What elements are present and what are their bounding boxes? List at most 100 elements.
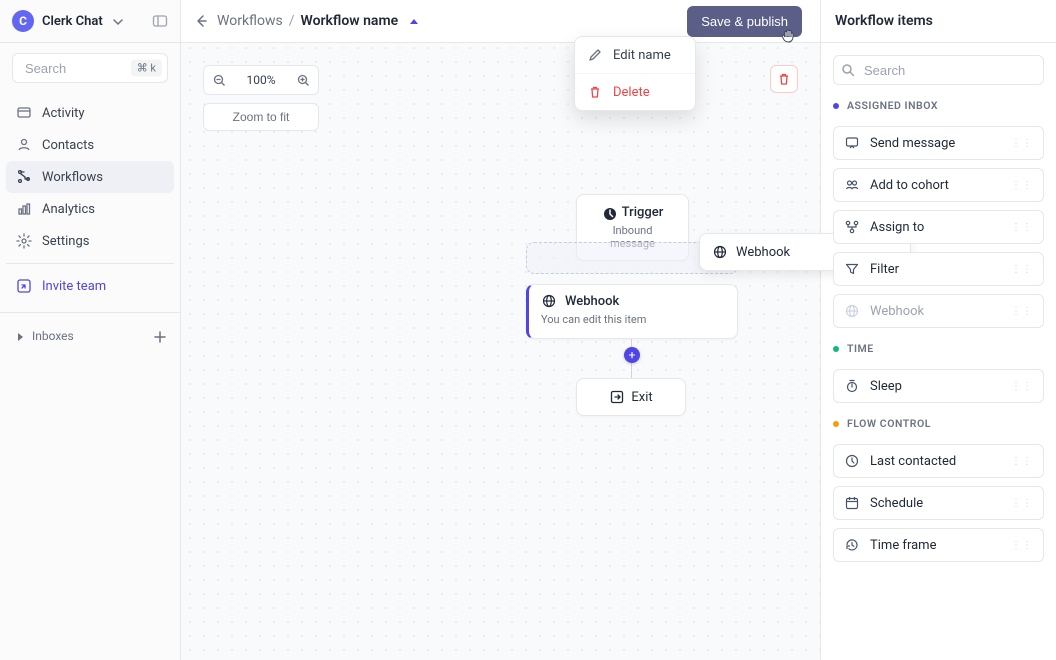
- node-subtitle: You can edit this item: [541, 313, 725, 326]
- settings-icon: [16, 233, 32, 249]
- brand-logo-icon: C: [12, 10, 34, 32]
- workflow-canvas[interactable]: 100% Zoom to fit Trigger Inbound message: [181, 43, 820, 660]
- menu-label: Edit name: [613, 48, 671, 63]
- nav-label: Contacts: [42, 138, 94, 153]
- add-inbox-button[interactable]: [152, 329, 166, 343]
- workflow-item[interactable]: Add to cohort⋮⋮: [833, 168, 1044, 202]
- breadcrumb-sep: /: [289, 13, 295, 29]
- workflow-name-menu: Edit name Delete: [574, 36, 696, 111]
- drag-handle-icon[interactable]: ⋮⋮: [1011, 138, 1033, 149]
- delete-menu-item[interactable]: Delete: [575, 73, 695, 110]
- chevron-down-icon: [111, 15, 123, 27]
- globe-icon: [712, 244, 728, 260]
- drag-handle-icon[interactable]: ⋮⋮: [1011, 180, 1033, 191]
- node-title: Exit: [631, 390, 652, 405]
- node-webhook[interactable]: Webhook You can edit this item: [526, 284, 738, 339]
- workflow-item[interactable]: Last contacted⋮⋮: [833, 444, 1044, 478]
- breadcrumb-current[interactable]: Workflow name: [301, 13, 399, 29]
- drag-handle-icon[interactable]: ⋮⋮: [1011, 540, 1033, 551]
- back-arrow-icon: [193, 13, 209, 29]
- drag-handle-icon[interactable]: ⋮⋮: [1011, 498, 1033, 509]
- panel-title: Workflow items: [821, 0, 1056, 43]
- menu-label: Delete: [613, 85, 650, 100]
- search-shortcut-badge: ⌘ k: [131, 60, 162, 77]
- sidebar-search[interactable]: ⌘ k: [12, 53, 168, 83]
- item-label: Schedule: [870, 496, 923, 511]
- globe-icon: [541, 293, 557, 309]
- caret-up-icon[interactable]: [408, 16, 418, 26]
- nav-analytics[interactable]: Analytics: [6, 193, 174, 225]
- workspace-switcher[interactable]: C Clerk Chat: [12, 10, 152, 32]
- zoom-controls: 100%: [203, 65, 319, 95]
- search-icon: [841, 63, 855, 77]
- group-label: ASSIGNED INBOX: [847, 99, 938, 112]
- delete-workflow-button[interactable]: [770, 65, 798, 93]
- calendar-icon: [844, 495, 860, 511]
- primary-nav: Activity Contacts Workflows Analytics Se…: [0, 93, 180, 306]
- nav-activity[interactable]: Activity: [6, 97, 174, 129]
- panel-search-input[interactable]: [833, 55, 1044, 85]
- group-title: ASSIGNED INBOX: [833, 99, 1044, 112]
- group-label: TIME: [847, 342, 874, 355]
- pencil-icon: [587, 47, 603, 63]
- drag-handle-icon[interactable]: ⋮⋮: [1011, 264, 1033, 275]
- invite-label: Invite team: [42, 279, 106, 294]
- nav-label: Activity: [42, 106, 85, 121]
- node-title: Webhook: [736, 245, 790, 260]
- edge: [631, 363, 632, 378]
- globe-icon: [844, 303, 860, 319]
- back-button[interactable]: [193, 13, 209, 29]
- workflow-items-panel: Workflow items ASSIGNED INBOX Send messag…: [820, 0, 1056, 660]
- workflow-item[interactable]: Send message⋮⋮: [833, 126, 1044, 160]
- clock-icon: [844, 453, 860, 469]
- item-label: Assign to: [870, 220, 924, 235]
- zoom-to-fit-button[interactable]: Zoom to fit: [203, 103, 319, 131]
- nav-contacts[interactable]: Contacts: [6, 129, 174, 161]
- group-dot-icon: [833, 103, 839, 109]
- collapse-sidebar-button[interactable]: [152, 14, 168, 28]
- save-label: Save & publish: [701, 14, 788, 29]
- workflow-item[interactable]: Schedule ⋮⋮: [833, 486, 1044, 520]
- zoom-in-button[interactable]: [296, 73, 310, 87]
- breadcrumb-root[interactable]: Workflows: [217, 13, 283, 29]
- sidebar: C Clerk Chat ⌘ k Activity Contacts: [0, 0, 181, 660]
- nav-settings[interactable]: Settings: [6, 225, 174, 257]
- branch-icon: [844, 219, 860, 235]
- invite-team-button[interactable]: Invite team: [6, 270, 174, 302]
- zoom-out-button[interactable]: [212, 73, 226, 87]
- send-icon: [844, 135, 860, 151]
- workflow-item[interactable]: Sleep⋮⋮: [833, 369, 1044, 403]
- add-node-button[interactable]: +: [624, 347, 640, 363]
- nav-label: Workflows: [42, 170, 103, 185]
- edit-name-menu-item[interactable]: Edit name: [575, 37, 695, 73]
- save-publish-button[interactable]: Save & publish: [687, 6, 802, 37]
- nav-workflows[interactable]: Workflows: [6, 161, 174, 193]
- cursor-icon: [780, 27, 796, 45]
- contacts-icon: [16, 137, 32, 153]
- workflow-item[interactable]: Filter ⋮⋮: [833, 252, 1044, 286]
- item-label: Webhook: [870, 304, 924, 319]
- group-dot-icon: [833, 346, 839, 352]
- item-label: Filter: [870, 262, 899, 277]
- timer-icon: [844, 378, 860, 394]
- workflow-item: Webhook ⋮⋮: [833, 294, 1044, 328]
- group-dot-icon: [833, 421, 839, 427]
- node-exit[interactable]: Exit: [576, 378, 686, 416]
- trash-icon: [587, 84, 603, 100]
- workflow-item[interactable]: Assign to ⋮⋮: [833, 210, 1044, 244]
- drag-handle-icon[interactable]: ⋮⋮: [1011, 381, 1033, 392]
- drag-handle-icon[interactable]: ⋮⋮: [1011, 456, 1033, 467]
- workflows-icon: [16, 169, 32, 185]
- zoom-value: 100%: [246, 73, 275, 87]
- workflow-item[interactable]: Time frame⋮⋮: [833, 528, 1044, 562]
- drag-handle-icon: ⋮⋮: [1011, 306, 1033, 317]
- inboxes-section[interactable]: Inboxes: [0, 319, 180, 353]
- topbar: Workflows / Workflow name Save & publish: [181, 0, 820, 43]
- breadcrumb: Workflows / Workflow name: [217, 13, 418, 29]
- group-title: FLOW CONTROL: [833, 417, 1044, 430]
- inboxes-label: Inboxes: [32, 329, 74, 343]
- exit-icon: [609, 389, 625, 405]
- node-title: Trigger: [622, 205, 664, 220]
- panel-search[interactable]: [833, 55, 1044, 85]
- drag-handle-icon[interactable]: ⋮⋮: [1011, 222, 1033, 233]
